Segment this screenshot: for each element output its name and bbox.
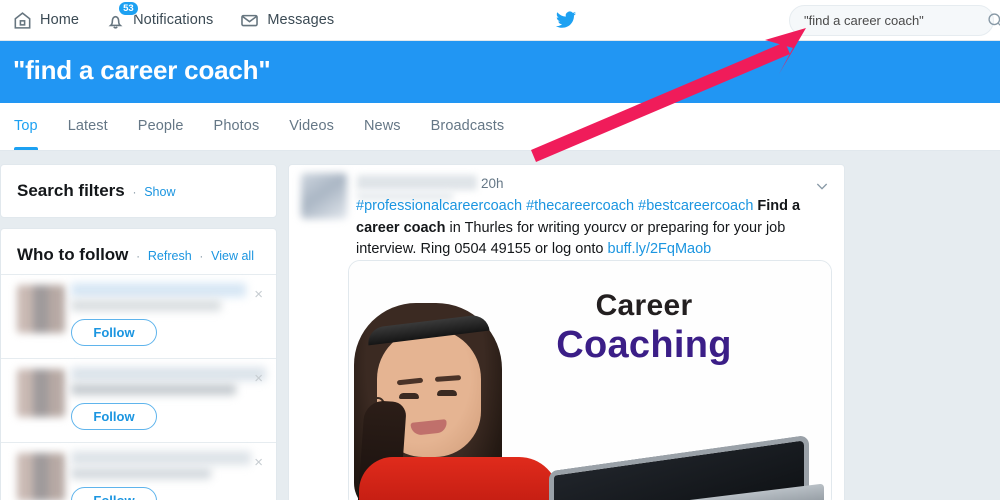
suggested-name-blur [71, 451, 251, 465]
view-all-suggestions-link[interactable]: View all [211, 249, 254, 263]
nav-label-home: Home [40, 12, 80, 28]
tweet-timestamp[interactable]: 20h [481, 176, 504, 191]
tweet-card[interactable]: 20h #professionalcareercoach #thecareerc… [288, 164, 845, 500]
tab-top[interactable]: Top [14, 103, 38, 150]
tab-people[interactable]: People [138, 103, 184, 150]
home-icon [14, 11, 31, 29]
hashtag-link-3[interactable]: #bestcareercoach [638, 198, 753, 214]
search-box[interactable] [789, 5, 1000, 36]
list-item[interactable]: Follow × [1, 274, 276, 358]
primary-nav: Home 53 Notifications Messages [12, 0, 360, 40]
search-results-column: 20h #professionalcareercoach #thecareerc… [288, 164, 845, 500]
follow-button[interactable]: Follow [71, 403, 157, 430]
search-filters-heading: Search filters · Show [17, 181, 175, 201]
suggested-handle-blur [71, 384, 236, 395]
nav-item-home[interactable]: Home [12, 0, 79, 40]
show-filters-link[interactable]: Show [144, 185, 175, 199]
nav-label-messages: Messages [267, 12, 335, 28]
separator-dot: · [199, 249, 204, 263]
avatar [17, 285, 65, 333]
career-coaching-photo: Career Coaching [349, 261, 831, 500]
twitter-search-page: Home 53 Notifications Messages "find a c… [0, 0, 1000, 500]
tab-broadcasts[interactable]: Broadcasts [431, 103, 505, 150]
tab-latest[interactable]: Latest [68, 103, 108, 150]
search-icon[interactable] [986, 11, 1000, 30]
photo-eye-left [399, 393, 419, 399]
dismiss-suggestion-icon[interactable]: × [254, 371, 263, 386]
chevron-down-icon[interactable] [814, 178, 830, 194]
dismiss-suggestion-icon[interactable]: × [254, 287, 263, 302]
photo-red-shirt [359, 457, 559, 500]
list-item[interactable]: Follow × [1, 442, 276, 500]
hashtag-link-2[interactable]: #thecareercoach [526, 198, 634, 214]
sidebar: Search filters · Show Who to follow · Re… [0, 164, 277, 500]
suggested-name-blur [71, 367, 266, 381]
search-result-tabs: Top Latest People Photos Videos News Broadcast… [0, 103, 1000, 151]
tweet-shortlink[interactable]: buff.ly/2FqMaob [608, 241, 712, 257]
search-query-banner: "find a career coach" [0, 41, 1000, 103]
avatar [17, 369, 65, 417]
envelope-icon [241, 14, 259, 26]
media-subtitle: Coaching [556, 324, 732, 366]
nav-item-notifications[interactable]: 53 Notifications [105, 0, 213, 40]
top-navigation-bar: Home 53 Notifications Messages [0, 0, 1000, 41]
who-to-follow-title: Who to follow [17, 245, 129, 264]
list-item[interactable]: Follow × [1, 358, 276, 442]
photo-eye-right [437, 390, 457, 396]
page-title: "find a career coach" [13, 55, 271, 85]
suggested-handle-blur [71, 468, 211, 479]
follow-button[interactable]: Follow [71, 319, 157, 346]
suggested-handle-blur [71, 300, 221, 311]
follow-button[interactable]: Follow [71, 487, 157, 500]
tweet-text: #professionalcareercoach #thecareercoach… [356, 196, 834, 261]
search-filters-card: Search filters · Show [0, 164, 277, 218]
twitter-bird-icon[interactable] [553, 9, 579, 31]
nav-label-notifications: Notifications [133, 12, 214, 28]
notifications-badge: 53 [118, 1, 139, 16]
refresh-suggestions-link[interactable]: Refresh [148, 249, 192, 263]
separator-dot: · [132, 185, 137, 199]
hashtag-link-1[interactable]: #professionalcareercoach [356, 198, 522, 214]
media-title: Career [595, 289, 693, 322]
tab-photos[interactable]: Photos [214, 103, 260, 150]
tweet-media-card[interactable]: Career Coaching [348, 260, 832, 500]
author-name-blur [357, 175, 477, 190]
tab-news[interactable]: News [364, 103, 401, 150]
who-to-follow-card: Who to follow · Refresh · View all Follo… [0, 228, 277, 500]
avatar [17, 453, 65, 500]
tab-videos[interactable]: Videos [289, 103, 334, 150]
separator-dot: · [136, 249, 141, 263]
tab-row: Top Latest People Photos Videos News Broadcast… [14, 103, 534, 150]
suggested-name-blur [71, 283, 246, 297]
who-to-follow-heading: Who to follow · Refresh · View all [17, 245, 254, 265]
dismiss-suggestion-icon[interactable]: × [254, 455, 263, 470]
nav-item-messages[interactable]: Messages [239, 0, 334, 40]
avatar[interactable] [301, 173, 347, 219]
search-input[interactable] [790, 13, 986, 28]
search-filters-title: Search filters [17, 181, 125, 200]
